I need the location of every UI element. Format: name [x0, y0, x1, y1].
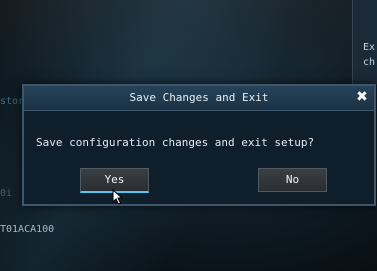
save-changes-dialog: Save Changes and Exit ✖ Save configurati… [22, 84, 376, 206]
dialog-title: Save Changes and Exit [129, 91, 269, 104]
screen-glare [0, 0, 377, 90]
dialog-message: Save configuration changes and exit setu… [36, 136, 315, 149]
background-right-text-1: Ex [362, 42, 375, 53]
background-left-code: T01ACA100 [0, 224, 55, 235]
background-left-mark: 0i [0, 188, 13, 199]
close-icon[interactable]: ✖ [354, 89, 370, 105]
dialog-titlebar: Save Changes and Exit ✖ [24, 86, 374, 111]
no-button[interactable]: No [258, 168, 327, 192]
background-right-text-2: ch [362, 57, 375, 68]
